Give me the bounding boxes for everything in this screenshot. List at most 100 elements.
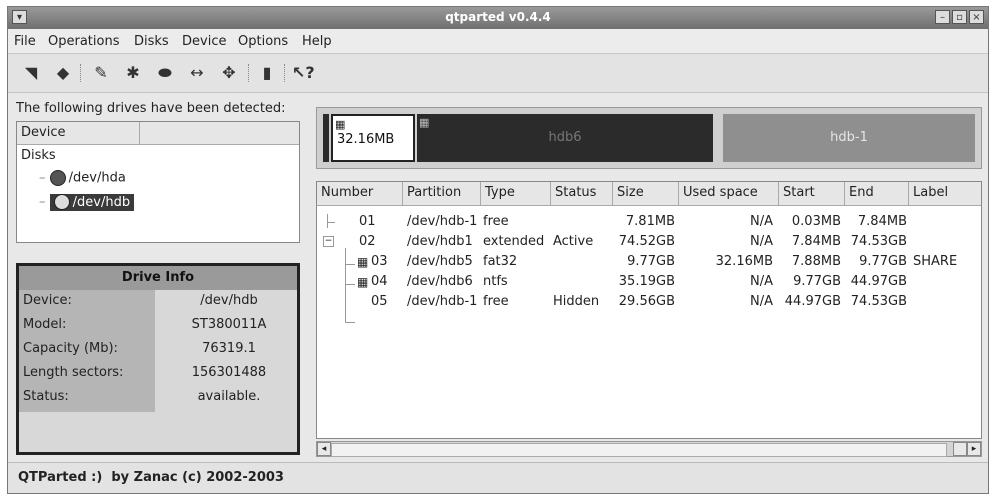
- cell-end: 7.84MB: [857, 214, 907, 229]
- cell-type: extended: [483, 234, 545, 249]
- cell-status: Hidden: [553, 294, 600, 309]
- column-label[interactable]: Label: [909, 182, 981, 206]
- delete-partition-icon[interactable]: ◆: [52, 62, 74, 84]
- status-text: QTParted :) by Zanac (c) 2002-2003: [18, 470, 284, 485]
- title-bar: ▾ qtparted v0.4.4 – ▫ ×: [8, 7, 988, 29]
- device-column-header: Device: [21, 125, 66, 140]
- horizontal-scrollbar[interactable]: ◂ ▸: [316, 441, 982, 457]
- column-end[interactable]: End: [845, 182, 909, 206]
- column-number[interactable]: Number: [317, 182, 403, 206]
- column-used-space[interactable]: Used space: [679, 182, 779, 206]
- cell-partition: /dev/hdb5: [407, 254, 473, 269]
- cell-number: 04: [371, 274, 388, 289]
- cell-partition: /dev/hdb6: [407, 274, 473, 289]
- disk-map-segment-hdb5[interactable]: ▦ 32.16MB: [331, 114, 415, 162]
- disk-map-segment-hdb6[interactable]: ▦ hdb6: [417, 114, 713, 162]
- drive-info-row: Status: available.: [23, 389, 261, 404]
- partition-icon: ▦: [357, 255, 369, 269]
- device-list-header[interactable]: Device: [17, 122, 299, 145]
- menu-options[interactable]: Options: [238, 34, 288, 49]
- menu-device[interactable]: Device: [182, 34, 226, 49]
- drive-info-row: Capacity (Mb): 76319.1: [23, 341, 256, 356]
- partition-table: Number Partition Type Status Size Used s…: [316, 181, 982, 439]
- menu-operations[interactable]: Operations: [48, 34, 119, 49]
- create-partition-icon[interactable]: ◥: [20, 62, 42, 84]
- cell-label: SHARE: [913, 254, 958, 269]
- menu-disks[interactable]: Disks: [134, 34, 169, 49]
- left-pane: The following drives have been detected:…: [12, 97, 300, 457]
- scrollbar-thumb[interactable]: [331, 443, 947, 457]
- cell-type: free: [483, 294, 509, 309]
- copy-icon[interactable]: ✥: [218, 62, 240, 84]
- cell-partition: /dev/hdb-1: [407, 214, 478, 229]
- cell-end: 44.97GB: [850, 274, 907, 289]
- drive-info-panel: Drive Info Device: /dev/hdb Model: ST380…: [16, 263, 300, 455]
- drive-info-row: Model: ST380011A: [23, 317, 267, 332]
- maximize-icon[interactable]: ▫: [952, 10, 967, 24]
- scroll-right-icon[interactable]: ▸: [967, 442, 981, 456]
- cell-partition: /dev/hdb1: [407, 234, 473, 249]
- disk-map-free-segment[interactable]: [323, 114, 329, 162]
- cell-size: 7.81MB: [625, 214, 675, 229]
- hard-drive-icon: [49, 170, 66, 186]
- device-list: Device Disks – /dev/hda – /dev/hdb: [16, 121, 300, 243]
- cell-used-space: 32.16MB: [715, 254, 773, 269]
- right-pane: ▦ 32.16MB ▦ hdb6 hdb-1 Number Partition …: [312, 97, 986, 463]
- column-size[interactable]: Size: [613, 182, 679, 206]
- cell-number: 02: [359, 234, 376, 249]
- cell-start: 0.03MB: [791, 214, 841, 229]
- column-type[interactable]: Type: [481, 182, 551, 206]
- cell-type: ntfs: [483, 274, 508, 289]
- cell-end: 74.53GB: [850, 294, 907, 309]
- app-window: ▾ qtparted v0.4.4 – ▫ × File Operations …: [7, 6, 989, 494]
- column-partition[interactable]: Partition: [403, 182, 481, 206]
- cell-number: 01: [359, 214, 376, 229]
- hard-drive-icon: [53, 194, 70, 210]
- cell-used-space: N/A: [750, 274, 773, 289]
- window-title: qtparted v0.4.4: [445, 10, 551, 24]
- cell-start: 7.88MB: [791, 254, 841, 269]
- menu-help[interactable]: Help: [302, 34, 332, 49]
- help-pointer-icon[interactable]: ↖?: [292, 62, 315, 84]
- cell-status: Active: [553, 234, 594, 249]
- cell-end: 74.53GB: [850, 234, 907, 249]
- cell-type: fat32: [483, 254, 518, 269]
- partition-icon: ▦: [357, 275, 369, 289]
- device-item-hdb[interactable]: – /dev/hdb: [39, 193, 135, 211]
- cell-used-space: N/A: [750, 214, 773, 229]
- drive-info-row: Length sectors: 156301488: [23, 365, 267, 380]
- cell-partition: /dev/hdb-1: [407, 294, 478, 309]
- properties-icon[interactable]: ✎: [90, 62, 112, 84]
- close-icon[interactable]: ×: [969, 10, 984, 24]
- resize-icon[interactable]: ⬬: [154, 62, 176, 84]
- cell-size: 74.52GB: [618, 234, 675, 249]
- cell-start: 9.77GB: [793, 274, 841, 289]
- partition-icon: ▦: [419, 116, 430, 129]
- cell-size: 9.77GB: [627, 254, 675, 269]
- scroll-left-icon[interactable]: ◂: [317, 442, 331, 456]
- column-start[interactable]: Start: [779, 182, 845, 206]
- cell-used-space: N/A: [750, 294, 773, 309]
- cell-size: 35.19GB: [618, 274, 675, 289]
- cell-used-space: N/A: [750, 234, 773, 249]
- menu-file[interactable]: File: [14, 34, 36, 49]
- cell-type: free: [483, 214, 509, 229]
- move-icon[interactable]: ↔: [186, 62, 208, 84]
- trash-icon[interactable]: ▮: [256, 62, 278, 84]
- scroll-page-icon[interactable]: [953, 442, 967, 456]
- format-icon[interactable]: ✱: [122, 62, 144, 84]
- disk-map-segment-free[interactable]: hdb-1: [723, 114, 975, 162]
- column-status[interactable]: Status: [551, 182, 613, 206]
- detected-heading: The following drives have been detected:: [16, 101, 286, 116]
- cell-number: 05: [371, 294, 388, 309]
- cell-end: 9.77GB: [859, 254, 907, 269]
- device-item-hda[interactable]: – /dev/hda: [39, 170, 126, 186]
- cell-start: 7.84MB: [791, 234, 841, 249]
- partition-icon: ▦: [335, 118, 346, 131]
- cell-start: 44.97GB: [784, 294, 841, 309]
- disks-tree-root[interactable]: Disks: [21, 148, 56, 163]
- minimize-icon[interactable]: –: [935, 10, 950, 24]
- collapse-toggle-icon[interactable]: −: [323, 236, 334, 247]
- status-bar: QTParted :) by Zanac (c) 2002-2003: [8, 462, 988, 493]
- cell-size: 29.56GB: [618, 294, 675, 309]
